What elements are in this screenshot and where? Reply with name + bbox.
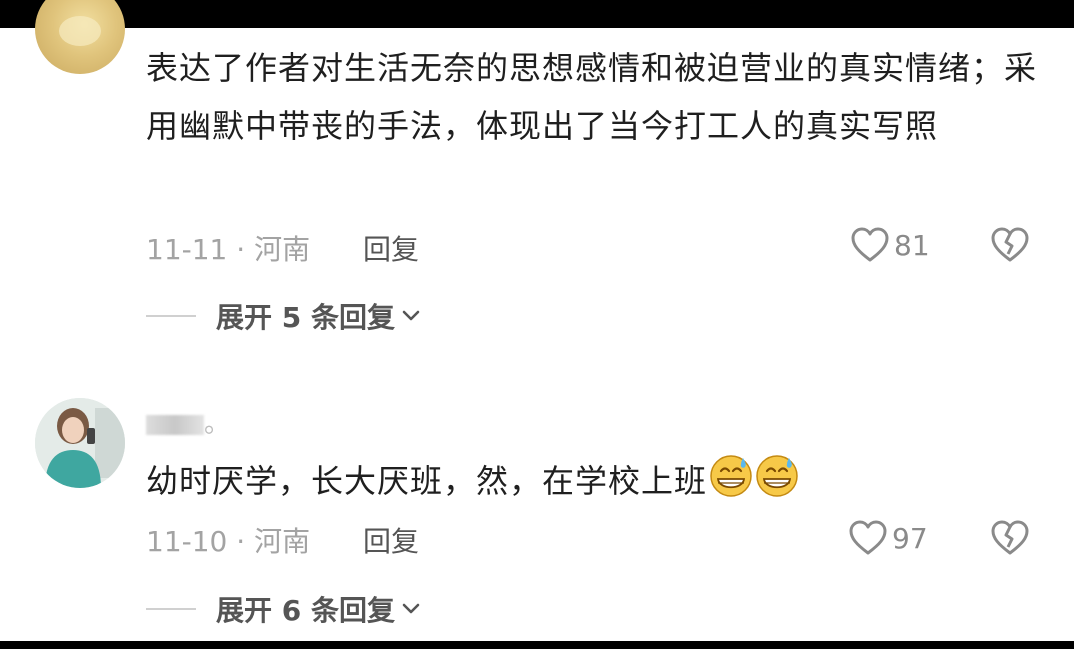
heart-outline-icon	[849, 520, 887, 555]
comment-date-location: 11-11 · 河南	[146, 233, 311, 266]
like-button[interactable]: 81	[850, 226, 930, 264]
comment-text: 幼时厌学，长大厌班，然，在学校上班	[146, 452, 1046, 516]
like-button[interactable]: 97	[848, 519, 928, 557]
reply-button[interactable]: 回复	[363, 233, 419, 266]
dislike-button[interactable]	[990, 519, 1030, 561]
username-blurred	[146, 414, 204, 435]
avatar-image	[35, 398, 125, 488]
heart-outline-icon	[851, 227, 889, 262]
top-bar	[0, 0, 1074, 28]
chevron-down-icon	[402, 603, 420, 614]
comment-meta: 11-10 · 河南 回复	[146, 520, 419, 560]
expand-replies-button[interactable]: 展开 5 条回复	[146, 296, 421, 336]
grinning-sweat-emoji-icon	[755, 454, 799, 516]
like-count: 81	[894, 228, 930, 262]
like-count: 97	[892, 521, 928, 555]
comment-text-body: 幼时厌学，长大厌班，然，在学校上班	[146, 462, 708, 500]
expand-replies-button[interactable]: 展开 6 条回复	[146, 589, 421, 629]
username[interactable]: 。	[146, 403, 231, 440]
avatar-image	[59, 16, 101, 46]
bottom-bar	[0, 641, 1074, 649]
username-suffix: 。	[204, 409, 232, 439]
expand-replies-label: 展开 6 条回复	[216, 594, 395, 627]
expand-replies-label: 展开 5 条回复	[216, 301, 395, 334]
comment-date-location: 11-10 · 河南	[146, 525, 311, 558]
broken-heart-icon	[991, 227, 1029, 262]
dislike-button[interactable]	[990, 226, 1030, 268]
divider-line	[146, 608, 196, 610]
chevron-down-icon	[402, 310, 420, 321]
reply-button[interactable]: 回复	[363, 525, 419, 558]
broken-heart-icon	[991, 520, 1029, 555]
avatar[interactable]	[35, 0, 125, 74]
comment-text: 表达了作者对生活无奈的思想感情和被迫营业的真实情绪；采用幽默中带丧的手法，体现出…	[146, 49, 1038, 145]
divider-line	[146, 315, 196, 317]
avatar[interactable]	[35, 398, 125, 488]
grinning-sweat-emoji-icon	[709, 454, 753, 516]
comment-meta: 11-11 · 河南 回复	[146, 228, 419, 268]
